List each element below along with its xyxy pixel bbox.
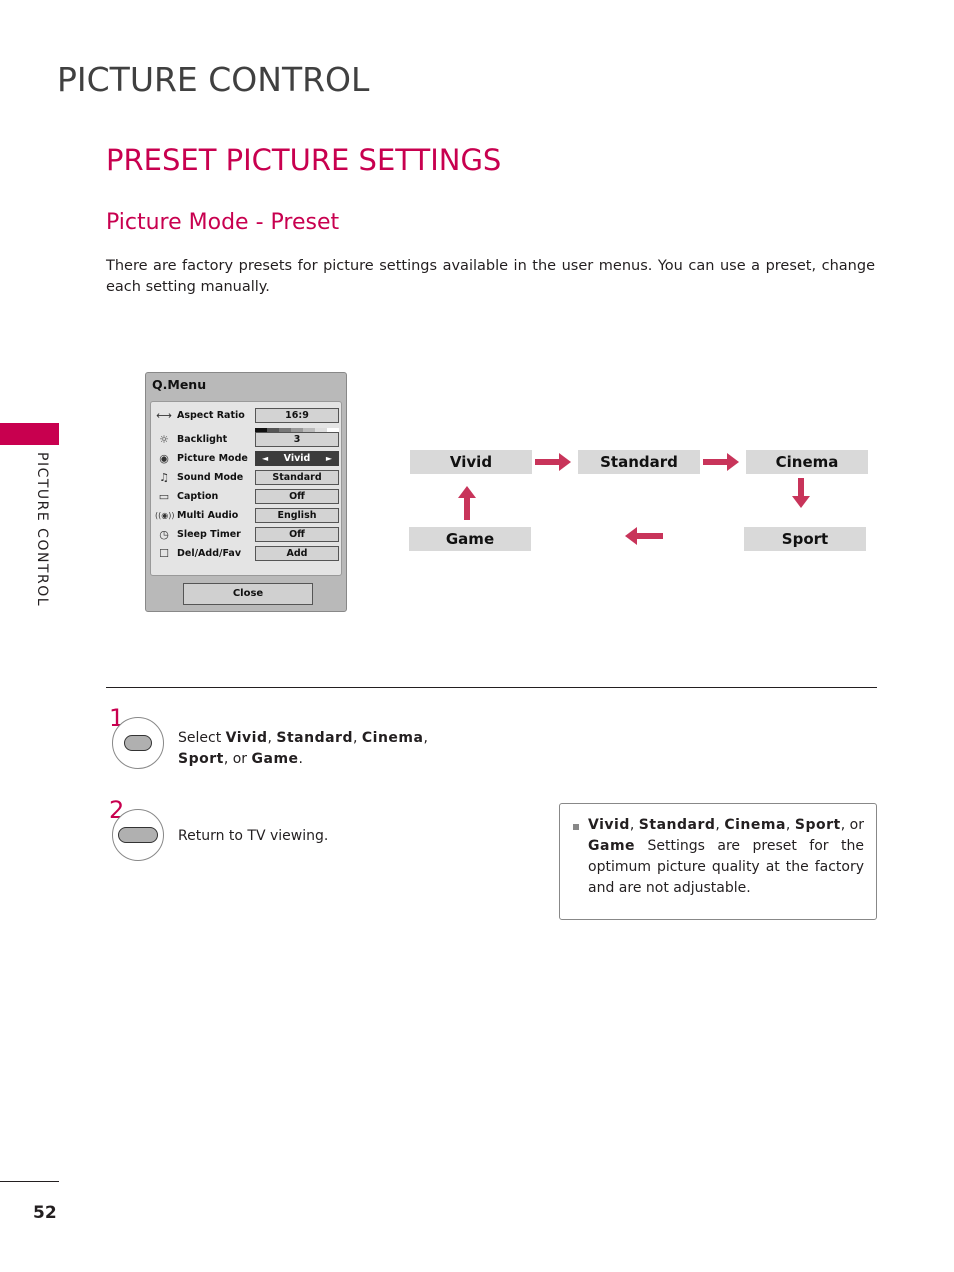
sleep-timer-icon: ◷ — [159, 528, 169, 541]
arrow-up-icon — [458, 486, 476, 520]
backlight-icon: ☼ — [159, 433, 169, 446]
remote-button-illustration — [112, 809, 164, 861]
mode-box-standard: Standard — [578, 450, 700, 474]
qmenu-panel: Q.Menu ⟷ Aspect Ratio 16:9 ☼ Backlight 3… — [145, 372, 347, 612]
qmenu-row-label: Del/Add/Fav — [177, 548, 242, 559]
qmenu-row-label: Multi Audio — [177, 510, 239, 521]
mode-name: Game — [251, 751, 299, 767]
mode-box-sport: Sport — [744, 527, 866, 551]
qmenu-row-value[interactable]: 16:9 — [255, 408, 339, 423]
qmenu-row-backlight[interactable]: ☼ Backlight 3 — [155, 428, 341, 449]
qmenu-row-label: Caption — [177, 491, 219, 502]
qmenu-row-label: Aspect Ratio — [177, 410, 245, 421]
aspect-ratio-icon: ⟷ — [156, 409, 172, 422]
exit-button-icon — [118, 827, 158, 843]
arrow-right-icon — [703, 453, 739, 471]
remote-button-illustration — [112, 717, 164, 769]
sound-mode-icon: ♫ — [159, 471, 169, 484]
qmenu-row-del-add-fav[interactable]: ☐ Del/Add/Fav Add — [155, 546, 341, 563]
qmenu-row-multi-audio[interactable]: ((◉)) Multi Audio English — [155, 508, 341, 525]
qmenu-row-value[interactable]: Off — [255, 527, 339, 542]
qmenu-row-sleep-timer[interactable]: ◷ Sleep Timer Off — [155, 527, 341, 544]
enter-button-icon — [124, 735, 152, 751]
side-label: PICTURE CONTROL — [34, 452, 50, 608]
subsection-title: Picture Mode - Preset — [106, 210, 340, 235]
del-add-fav-icon: ☐ — [159, 547, 169, 560]
arrow-left-icon — [625, 527, 663, 545]
mode-name: Vivid — [225, 730, 268, 746]
arrow-down-icon — [792, 478, 810, 508]
mode-box-vivid: Vivid — [410, 450, 532, 474]
qmenu-row-picture-mode[interactable]: ◉ Picture Mode ◄ Vivid ► — [155, 451, 341, 468]
qmenu-row-label: Sleep Timer — [177, 529, 241, 540]
mode-name: Standard — [276, 730, 353, 746]
picture-mode-icon: ◉ — [159, 452, 169, 465]
section-title: PRESET PICTURE SETTINGS — [106, 143, 502, 177]
intro-paragraph: There are factory presets for picture se… — [106, 258, 875, 295]
qmenu-row-value[interactable]: 3 — [255, 432, 339, 447]
qmenu-title: Q.Menu — [152, 377, 207, 392]
side-tab-marker — [0, 423, 59, 445]
note-box: Vivid, Standard, Cinema, Sport, or Game … — [559, 803, 877, 920]
qmenu-list: ⟷ Aspect Ratio 16:9 ☼ Backlight 3 ◉ Pict… — [150, 401, 342, 576]
note-text: Vivid, Standard, Cinema, Sport, or Game … — [588, 817, 864, 896]
qmenu-row-label: Picture Mode — [177, 453, 248, 464]
step-2-text: Return to TV viewing. — [178, 828, 329, 844]
page-number: 52 — [33, 1203, 57, 1223]
caption-icon: ▭ — [158, 490, 170, 503]
left-arrow-icon[interactable]: ◄ — [262, 452, 268, 465]
mode-name: Cinema — [361, 730, 424, 746]
mode-box-cinema: Cinema — [746, 450, 868, 474]
qmenu-row-label: Sound Mode — [177, 472, 244, 483]
close-button[interactable]: Close — [183, 583, 313, 605]
qmenu-row-value[interactable]: Off — [255, 489, 339, 504]
mode-name: Sport — [178, 751, 224, 767]
mode-box-game: Game — [409, 527, 531, 551]
picture-mode-value: Vivid — [283, 453, 311, 464]
section-divider — [106, 687, 877, 688]
qmenu-row-aspect-ratio[interactable]: ⟷ Aspect Ratio 16:9 — [155, 408, 341, 425]
qmenu-row-value[interactable]: Add — [255, 546, 339, 561]
chapter-title: PICTURE CONTROL — [57, 60, 370, 99]
bullet-icon — [573, 824, 579, 830]
multi-audio-icon: ((◉)) — [155, 511, 175, 520]
right-arrow-icon[interactable]: ► — [326, 452, 332, 465]
qmenu-row-sound-mode[interactable]: ♫ Sound Mode Standard — [155, 470, 341, 487]
qmenu-row-label: Backlight — [177, 434, 228, 445]
arrow-right-icon — [535, 453, 571, 471]
picture-mode-selector[interactable]: ◄ Vivid ► — [255, 451, 339, 466]
footer-rule — [0, 1181, 59, 1182]
qmenu-row-value[interactable]: Standard — [255, 470, 339, 485]
qmenu-row-caption[interactable]: ▭ Caption Off — [155, 489, 341, 506]
qmenu-row-value[interactable]: English — [255, 508, 339, 523]
step-1-text: Select Vivid, Standard, Cinema, Sport, o… — [178, 730, 428, 767]
